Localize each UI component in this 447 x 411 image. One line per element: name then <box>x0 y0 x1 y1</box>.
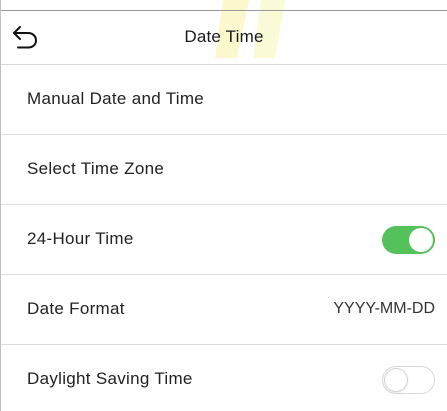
manual-date-time-row[interactable]: Manual Date and Time <box>1 65 447 135</box>
page-title: Date Time <box>184 27 264 46</box>
24-hour-time-toggle[interactable] <box>382 226 435 254</box>
row-label: Manual Date and Time <box>27 89 205 108</box>
row-label: Select Time Zone <box>27 159 165 178</box>
row-label: Date Format <box>27 299 125 318</box>
date-time-screen: Date Time Manual Date and Time Select Ti… <box>0 0 447 411</box>
settings-list: Manual Date and Time Select Time Zone 24… <box>1 65 447 411</box>
24-hour-time-row: 24-Hour Time <box>1 205 447 275</box>
header-bar: Date Time <box>1 10 447 65</box>
daylight-saving-time-row: Daylight Saving Time <box>1 345 447 411</box>
row-label: 24-Hour Time <box>27 229 134 248</box>
date-format-value: YYYY-MM-DD <box>333 300 435 317</box>
row-label: Daylight Saving Time <box>27 369 193 388</box>
date-format-row[interactable]: Date Format YYYY-MM-DD <box>1 275 447 345</box>
select-time-zone-row[interactable]: Select Time Zone <box>1 135 447 205</box>
toggle-knob <box>384 368 408 392</box>
daylight-saving-time-toggle[interactable] <box>382 366 435 394</box>
toggle-knob <box>409 228 433 252</box>
